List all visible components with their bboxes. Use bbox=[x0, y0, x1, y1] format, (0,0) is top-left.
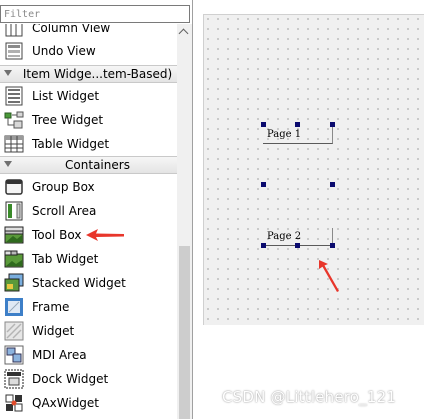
watermark: CSDN @Littlehero_121 bbox=[222, 388, 397, 406]
page-tab-label: Page 2 bbox=[267, 231, 302, 242]
list-item-label: Tab Widget bbox=[32, 252, 99, 266]
qaxwidget-icon bbox=[4, 393, 24, 413]
selection-handle[interactable] bbox=[261, 182, 266, 187]
scroll-area-icon bbox=[4, 201, 24, 221]
group-box-icon bbox=[4, 177, 24, 197]
annotation-arrow-icon bbox=[86, 229, 124, 241]
list-item-table-widget[interactable]: Table Widget bbox=[0, 132, 177, 156]
list-item-label: Frame bbox=[32, 300, 70, 314]
toolbox-page-tab[interactable]: Page 1 bbox=[263, 126, 333, 144]
list-item-label: Group Box bbox=[32, 180, 95, 194]
frame-icon bbox=[4, 297, 24, 317]
list-item-label: QAxWidget bbox=[32, 396, 100, 410]
chevron-down-icon bbox=[4, 161, 12, 167]
list-item-frame[interactable]: Frame bbox=[0, 295, 177, 319]
list-item-label: Stacked Widget bbox=[32, 276, 126, 290]
list-item-label: Scroll Area bbox=[32, 204, 97, 218]
list-item-column-view[interactable]: Column View bbox=[0, 24, 177, 40]
scroll-up-arrow-icon[interactable] bbox=[177, 24, 192, 40]
widget-list: Column View Undo View Item Widge...tem-B… bbox=[0, 24, 177, 419]
list-item-scroll-area[interactable]: Scroll Area bbox=[0, 199, 177, 223]
list-item-widget[interactable]: Widget bbox=[0, 319, 177, 343]
selection-handle[interactable] bbox=[330, 243, 335, 248]
list-item-undo-view[interactable]: Undo View bbox=[0, 39, 177, 63]
list-item-label: Widget bbox=[32, 324, 75, 338]
dock-widget-icon bbox=[4, 369, 24, 389]
list-item-tab-widget[interactable]: Tab Widget bbox=[0, 247, 177, 271]
tree-widget-icon bbox=[4, 110, 24, 130]
scrollbar-thumb[interactable] bbox=[179, 246, 190, 419]
selection-handle[interactable] bbox=[295, 122, 300, 127]
selection-handle[interactable] bbox=[261, 122, 266, 127]
list-item-label: Table Widget bbox=[32, 137, 110, 151]
selection-handle[interactable] bbox=[261, 243, 266, 248]
selection-handle[interactable] bbox=[330, 182, 335, 187]
undo-view-icon bbox=[4, 41, 24, 61]
list-item-list-widget[interactable]: List Widget bbox=[0, 84, 177, 108]
category-label: Containers bbox=[65, 158, 130, 172]
table-widget-icon bbox=[4, 134, 24, 154]
list-item-label: Tool Box bbox=[32, 228, 82, 242]
selection-handle[interactable] bbox=[330, 122, 335, 127]
list-item-mdi-area[interactable]: MDI Area bbox=[0, 343, 177, 367]
annotation-arrow-icon bbox=[319, 260, 339, 292]
form-canvas[interactable] bbox=[203, 14, 424, 325]
list-widget-icon bbox=[4, 86, 24, 106]
list-item-qaxwidget[interactable]: QAxWidget bbox=[0, 391, 177, 415]
filter-input[interactable]: Filter bbox=[0, 5, 190, 23]
list-item-label: Dock Widget bbox=[32, 372, 109, 386]
tab-widget-icon bbox=[4, 249, 24, 269]
stacked-widget-icon bbox=[4, 273, 24, 293]
category-label: Item Widge...tem-Based) bbox=[22, 67, 173, 81]
list-item-label: Column View bbox=[32, 24, 111, 35]
list-item-stacked-widget[interactable]: Stacked Widget bbox=[0, 271, 177, 295]
list-item-dock-widget[interactable]: Dock Widget bbox=[0, 367, 177, 391]
category-item-widgets[interactable]: Item Widge...tem-Based) bbox=[0, 65, 177, 83]
list-item-label: Undo View bbox=[32, 44, 96, 58]
list-item-label: Tree Widget bbox=[32, 113, 104, 127]
selection-handle[interactable] bbox=[295, 243, 300, 248]
page-tab-label: Page 1 bbox=[267, 129, 302, 140]
list-item-label: List Widget bbox=[32, 89, 100, 103]
list-item-tree-widget[interactable]: Tree Widget bbox=[0, 108, 177, 132]
widget-icon bbox=[4, 321, 24, 341]
tool-box-icon bbox=[4, 225, 24, 245]
widget-box-panel: Filter Column View Undo View Item Widge.… bbox=[0, 0, 192, 419]
mdi-area-icon bbox=[4, 345, 24, 365]
category-containers[interactable]: Containers bbox=[0, 156, 177, 174]
list-item-label: MDI Area bbox=[32, 348, 87, 362]
chevron-down-icon bbox=[4, 70, 12, 76]
column-view-icon bbox=[4, 24, 24, 38]
widget-list-scrollbar[interactable] bbox=[177, 24, 192, 419]
list-item-group-box[interactable]: Group Box bbox=[0, 175, 177, 199]
